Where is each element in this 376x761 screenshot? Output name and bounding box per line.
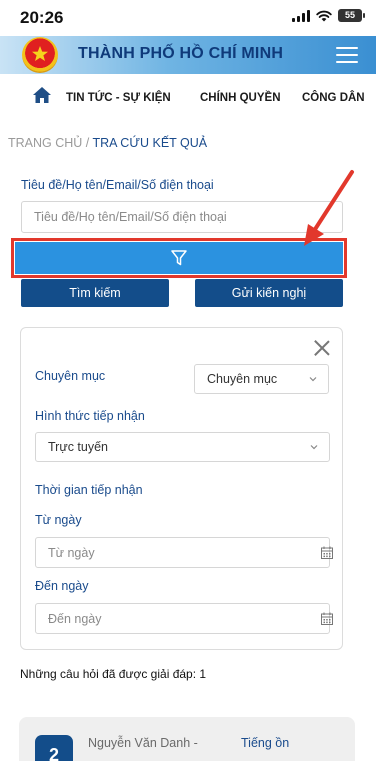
method-select-value: Trực tuyến xyxy=(48,440,109,454)
category-select-value: Chuyên mục xyxy=(207,372,278,386)
result-author: Nguyễn Văn Danh - xyxy=(88,736,198,750)
filter-toggle-button[interactable] xyxy=(15,242,343,274)
calendar-icon[interactable] xyxy=(321,546,333,559)
city-emblem-logo xyxy=(22,37,58,73)
filter-panel: Chuyên mục Chuyên mục Hình thức tiếp nhậ… xyxy=(20,327,343,650)
nav-item-news-events[interactable]: TIN TỨC - SỰ KIỆN xyxy=(66,92,171,104)
category-label: Chuyên mục xyxy=(35,369,106,383)
star-icon xyxy=(32,46,48,61)
answered-count-text: Những câu hỏi đã được giải đáp: 1 xyxy=(20,667,207,681)
method-select[interactable]: Trực tuyến xyxy=(35,432,330,462)
breadcrumb-separator: / xyxy=(82,136,93,150)
calendar-icon[interactable] xyxy=(321,612,333,625)
wifi-icon xyxy=(316,10,332,21)
status-icons: 55 xyxy=(292,9,365,22)
result-number-badge: 2 xyxy=(35,735,73,761)
filter-icon xyxy=(171,250,187,266)
receive-time-label: Thời gian tiếp nhận xyxy=(35,483,143,497)
submit-petition-button[interactable]: Gửi kiến nghị xyxy=(195,279,343,307)
from-date-input[interactable] xyxy=(35,537,330,568)
breadcrumb-current: TRA CỨU KẾT QUẢ xyxy=(92,136,208,150)
main-nav: TIN TỨC - SỰ KIỆN CHÍNH QUYỀN CÔNG DÂN xyxy=(0,80,376,116)
breadcrumb: TRANG CHỦ / TRA CỨU KẾT QUẢ xyxy=(8,136,207,150)
nav-item-government[interactable]: CHÍNH QUYỀN xyxy=(200,92,281,104)
search-label: Tiêu đề/Họ tên/Email/Số điện thoại xyxy=(21,178,214,192)
to-date-input[interactable] xyxy=(35,603,330,634)
battery-icon: 55 xyxy=(338,9,365,22)
to-date-label: Đến ngày xyxy=(35,579,89,593)
result-card[interactable]: 2 Nguyễn Văn Danh - Tiếng ồn xyxy=(19,717,355,761)
site-header: THÀNH PHỐ HỒ CHÍ MINH xyxy=(0,36,376,74)
status-bar: 20:26 55 xyxy=(0,0,376,36)
site-title[interactable]: THÀNH PHỐ HỒ CHÍ MINH xyxy=(78,45,283,63)
from-date-label: Từ ngày xyxy=(35,513,82,527)
result-topic-link[interactable]: Tiếng ồn xyxy=(241,736,289,750)
close-icon[interactable] xyxy=(314,340,330,356)
home-icon[interactable] xyxy=(32,86,52,104)
search-input[interactable] xyxy=(21,201,343,233)
chevron-down-icon xyxy=(310,445,318,450)
nav-item-citizens[interactable]: CÔNG DÂN xyxy=(302,92,365,104)
chevron-down-icon xyxy=(309,377,317,382)
status-time: 20:26 xyxy=(20,8,64,27)
breadcrumb-home-link[interactable]: TRANG CHỦ xyxy=(8,136,82,150)
cellular-signal-icon xyxy=(292,9,310,22)
annotation-arrow-icon xyxy=(304,170,354,246)
hamburger-menu-icon[interactable] xyxy=(336,47,358,63)
search-button[interactable]: Tìm kiếm xyxy=(21,279,169,307)
method-label: Hình thức tiếp nhận xyxy=(35,409,145,423)
category-select[interactable]: Chuyên mục xyxy=(194,364,329,394)
